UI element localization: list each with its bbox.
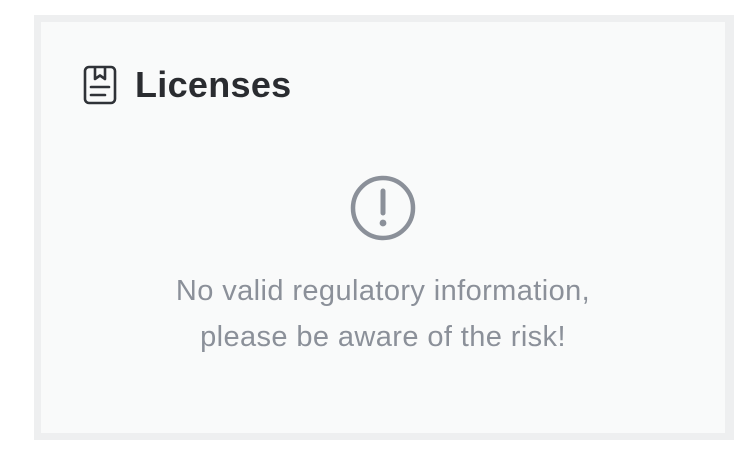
card-title: Licenses [135, 64, 292, 105]
exclamation-circle-icon [350, 175, 416, 241]
empty-state-message: No valid regulatory information, please … [41, 268, 725, 360]
license-document-icon [83, 65, 117, 105]
empty-state-message-line-2: please be aware of the risk! [200, 321, 566, 353]
empty-state-message-line-1: No valid regulatory information, [175, 275, 591, 307]
empty-state: No valid regulatory information, please … [41, 174, 725, 360]
card-header: Licenses [83, 64, 292, 106]
licenses-card: Licenses No valid regulatory information… [41, 22, 725, 433]
licenses-card-frame: Licenses No valid regulatory information… [34, 15, 734, 440]
